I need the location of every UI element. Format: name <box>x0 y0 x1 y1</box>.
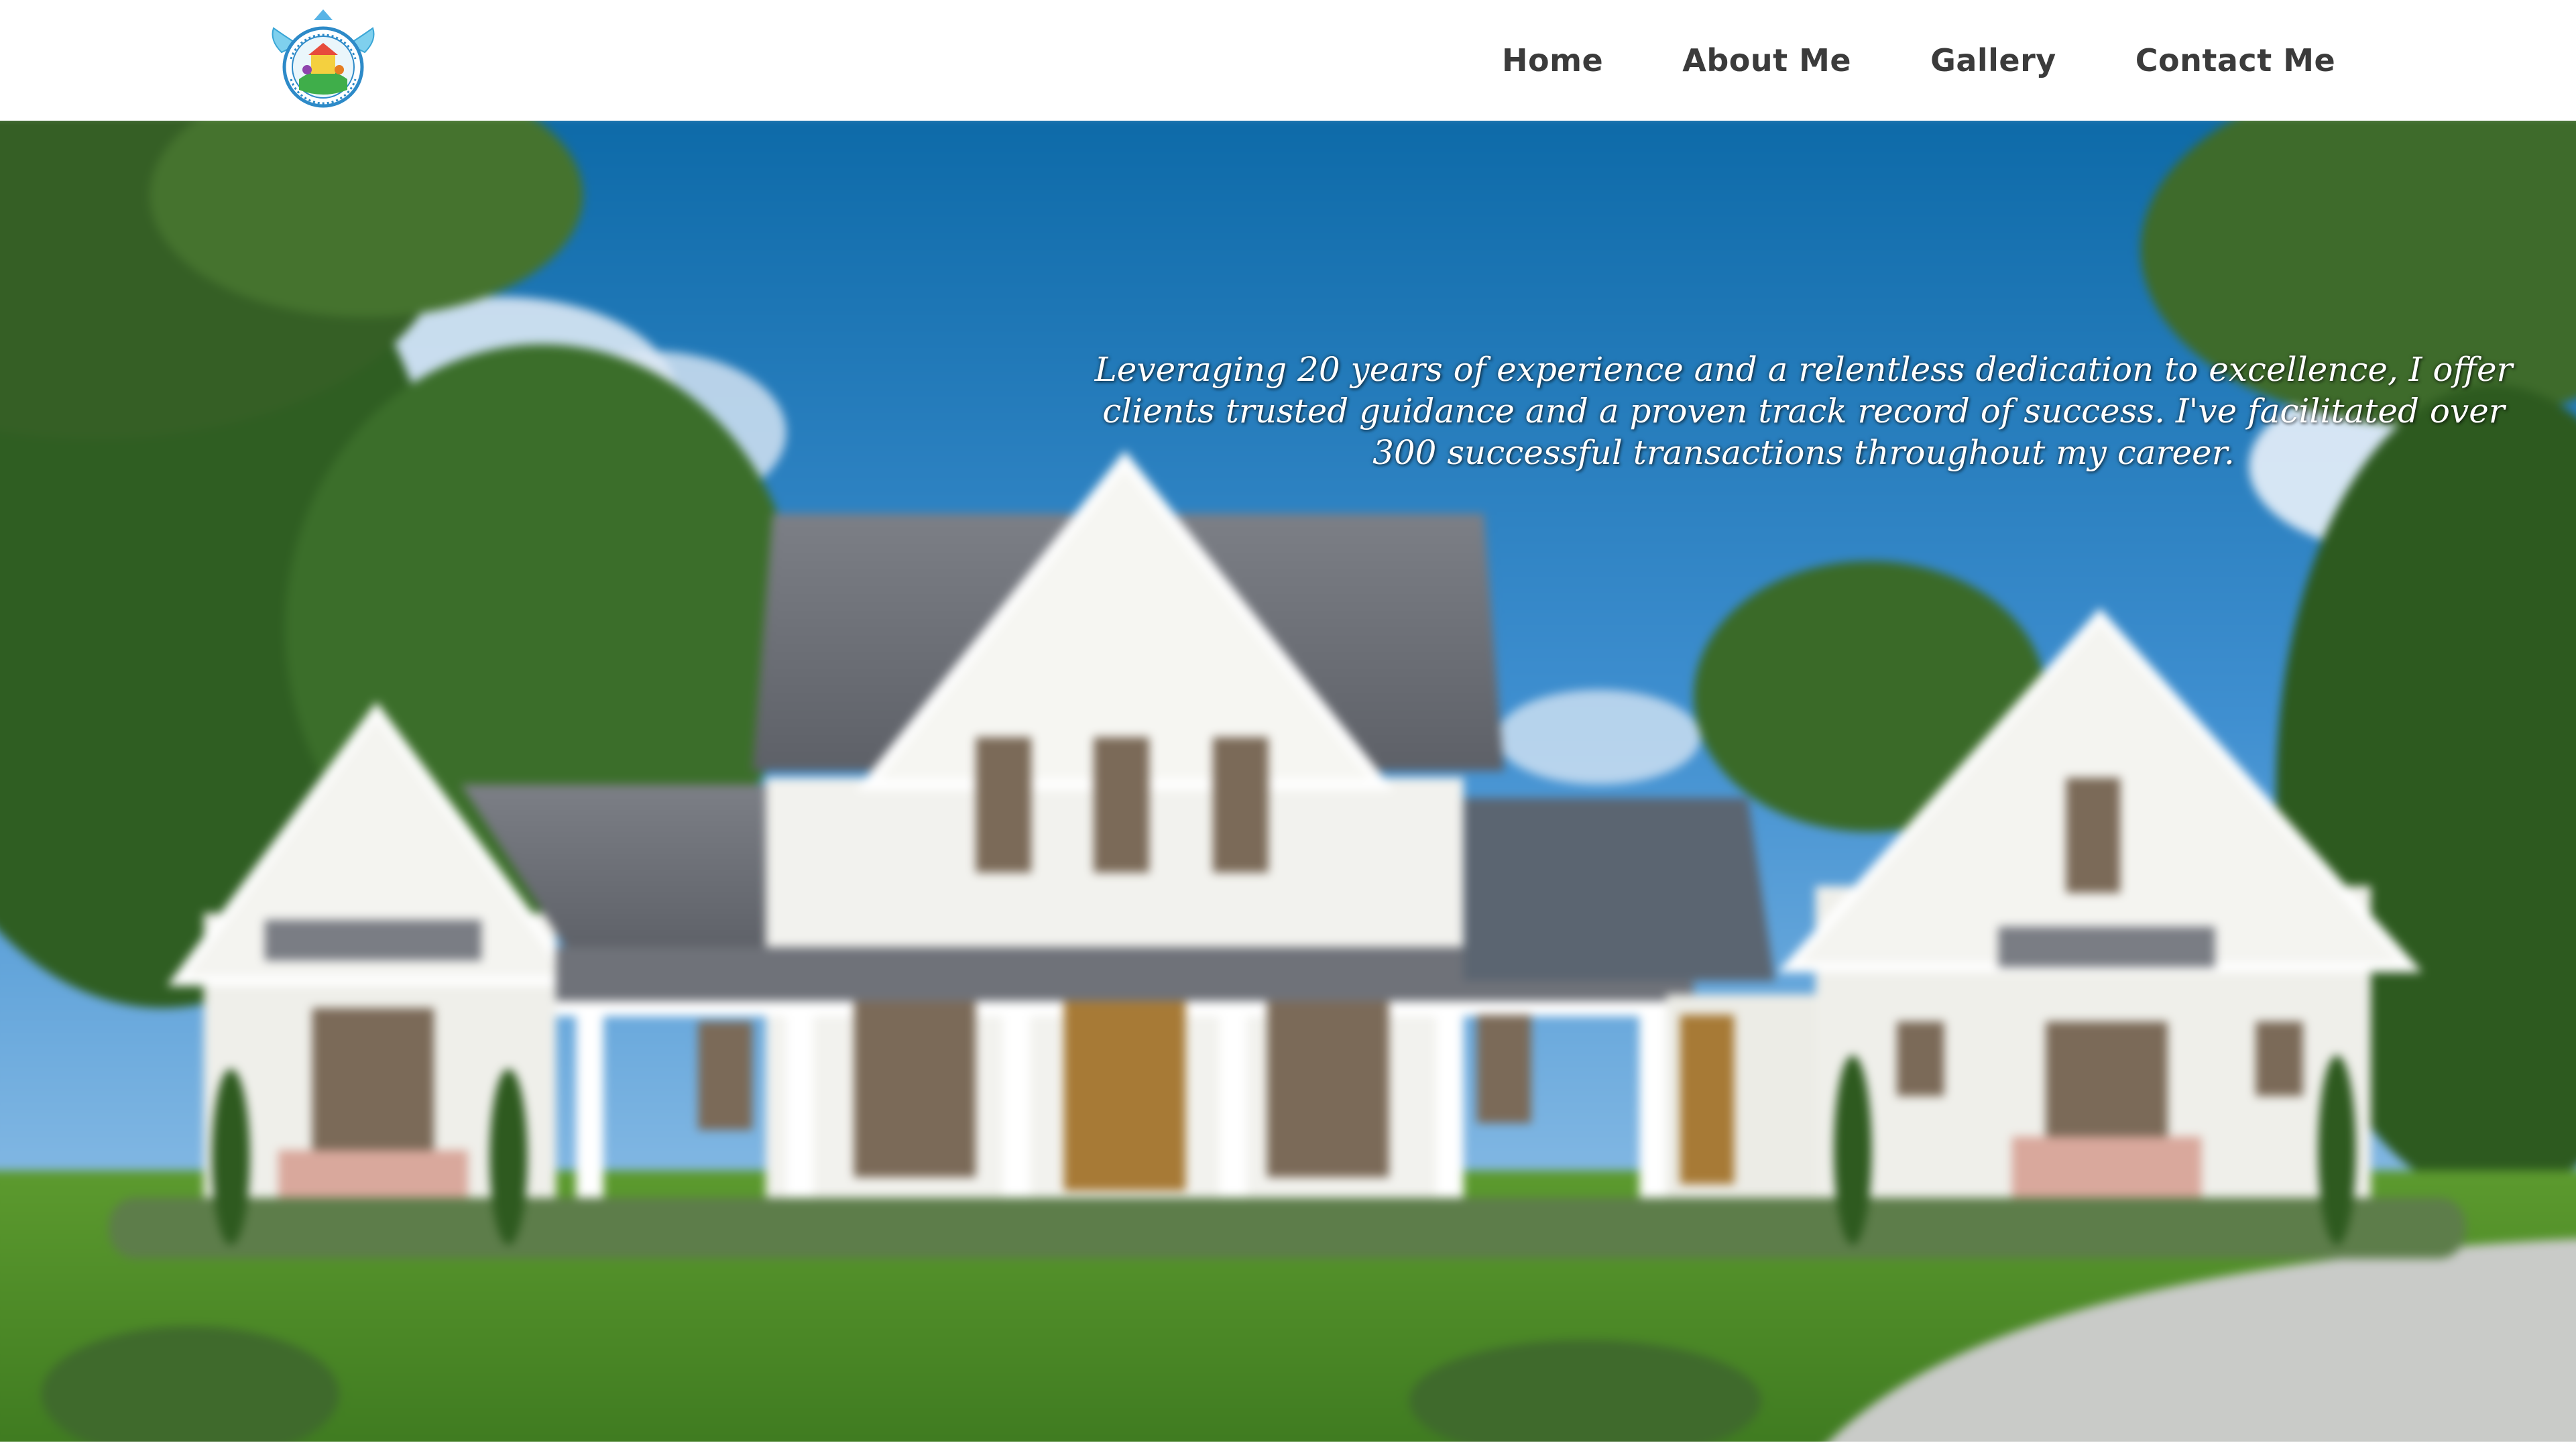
page-bottom-edge <box>0 1442 2576 1449</box>
hero-section: Leveraging 20 years of experience and a … <box>0 121 2576 1449</box>
nav-home-link[interactable]: Home <box>1502 42 1603 78</box>
logo-icon[interactable] <box>267 5 379 115</box>
hero-background-image <box>0 121 2576 1449</box>
nav-contact-me-link[interactable]: Contact Me <box>2135 42 2335 78</box>
nav-about-me-link[interactable]: About Me <box>1682 42 1851 78</box>
main-nav: Home About Me Gallery Contact Me <box>1502 0 2335 121</box>
hero-tagline: Leveraging 20 years of experience and a … <box>1094 350 2513 472</box>
site-header: Home About Me Gallery Contact Me <box>0 0 2576 121</box>
nav-gallery-link[interactable]: Gallery <box>1930 42 2056 78</box>
